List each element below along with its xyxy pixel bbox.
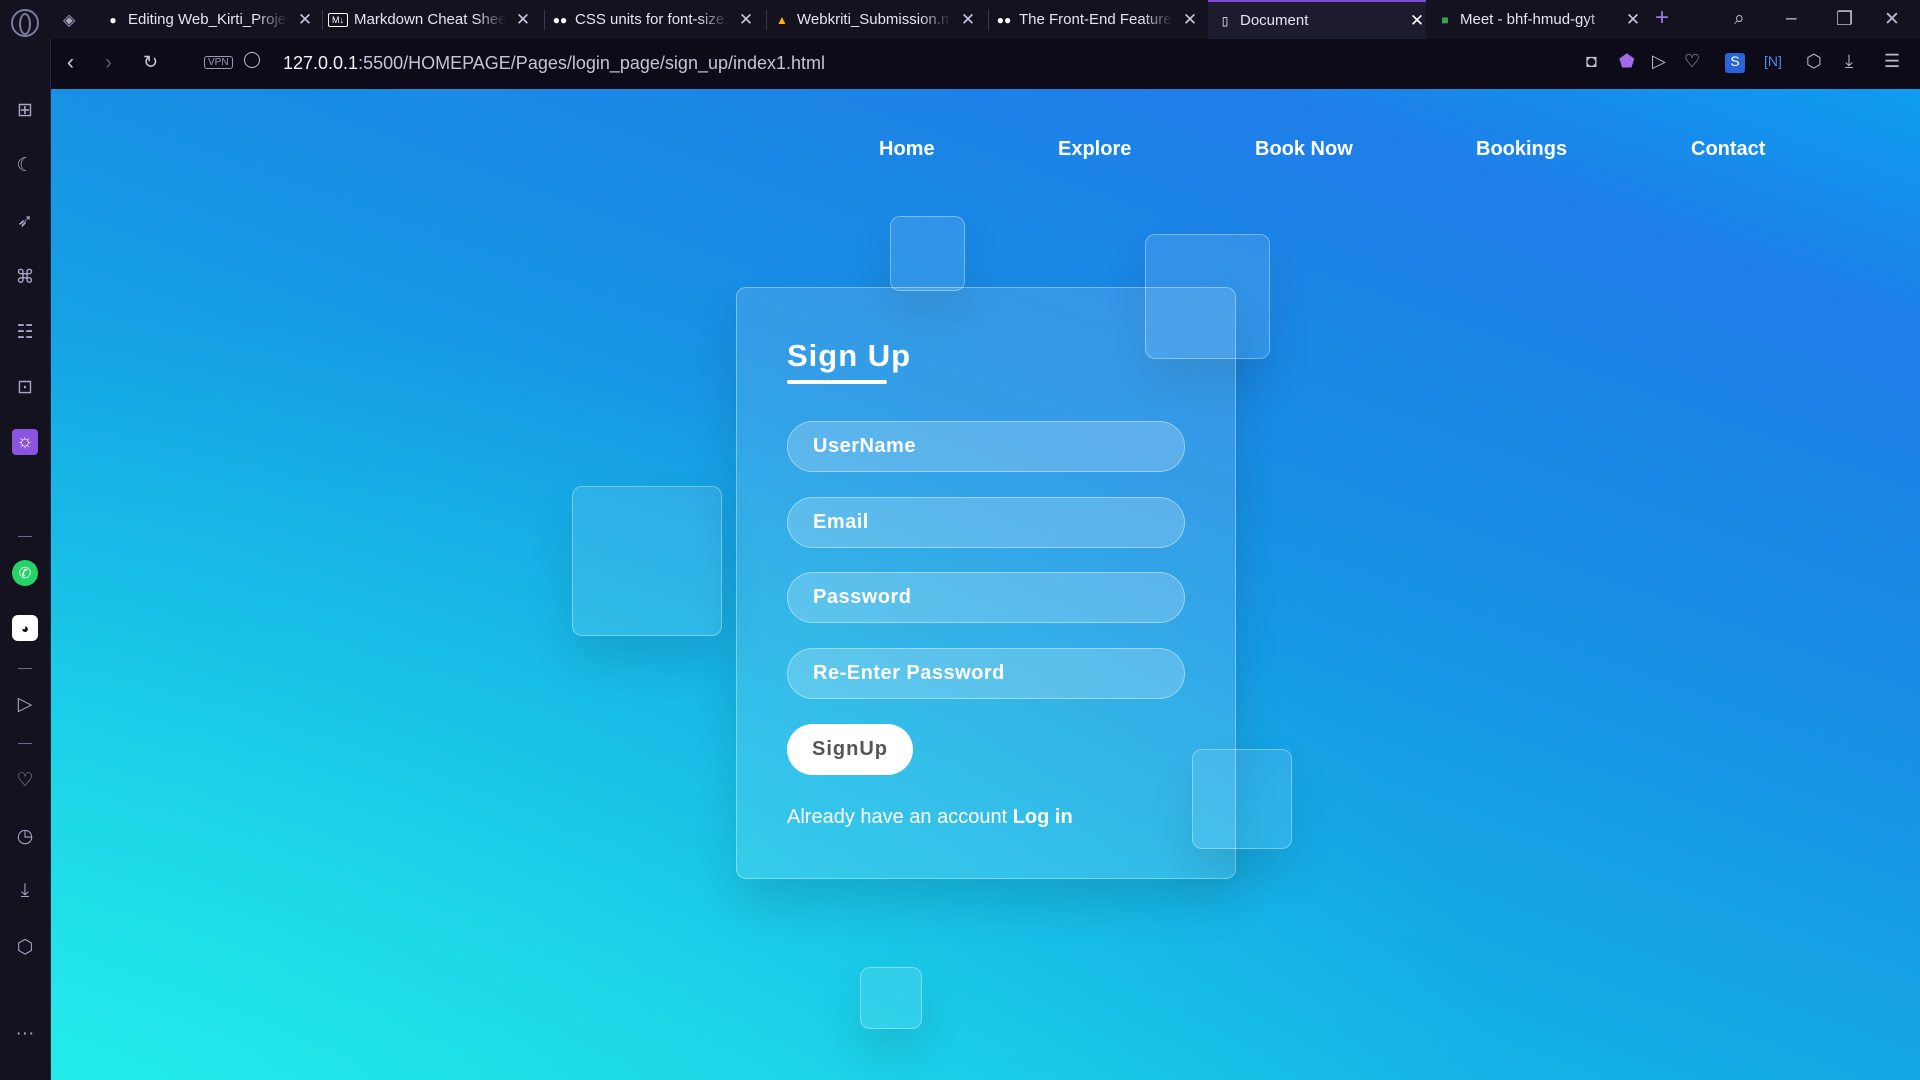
extensions-icon[interactable]: ⬡ [12,934,38,960]
more-icon[interactable]: ··· [12,1021,38,1047]
notes-icon[interactable]: ☷ [12,319,38,345]
nav-contact[interactable]: Contact [1691,138,1765,161]
tab-title: Editing Web_Kirti_Proje [128,11,287,28]
discord-icon[interactable]: ◕ [12,615,38,641]
theme-sun-icon[interactable]: ☼ [12,429,38,455]
signup-card: Sign Up UserName Email Password Re-Enter… [736,287,1236,879]
extension-s-icon[interactable]: S [1725,53,1745,73]
tab-title: Meet - bhf-hmud-gyt [1460,11,1596,28]
login-prompt-text: Already have an account [787,806,1008,828]
markdown-icon: M↓ [328,12,348,27]
medium-icon: ●● [552,12,568,27]
medium-icon: ●● [996,12,1012,27]
close-icon[interactable]: ✕ [1408,11,1426,31]
page-viewport: Home Explore Book Now Bookings Contact S… [51,89,1920,1080]
close-icon[interactable]: ✕ [959,10,977,30]
tab-css-units[interactable]: ●● CSS units for font-size: ✕ [551,0,755,39]
reload-icon[interactable]: ↻ [143,52,158,73]
rocket-icon[interactable]: ➶ [12,208,38,234]
downloads-sidebar-icon[interactable]: ⤓ [12,878,38,904]
close-icon[interactable]: ✕ [514,10,532,30]
nav-bookings[interactable]: Bookings [1476,138,1567,161]
close-icon[interactable]: ✕ [1624,10,1642,30]
url-field[interactable]: 127.0.0.1:5500/HOMEPAGE/Pages/login_page… [283,53,825,74]
new-tab-icon[interactable]: + [1655,4,1669,32]
history-icon[interactable]: ◷ [12,823,38,849]
decorative-square [860,967,922,1029]
nav-home[interactable]: Home [879,138,935,161]
night-mode-icon[interactable]: ☾ [12,152,38,178]
tab-github[interactable]: ● Editing Web_Kirti_Proje ✕ [104,0,314,39]
back-icon[interactable]: ‹ [67,51,74,75]
tab-title: Webkriti_Submission.m [797,11,951,28]
drive-icon: ▲ [776,12,788,27]
browser-sidebar: ⊞ ☾ ➶ ⌘ ☷ ⊡ ☼ ✆ ◕ ▷ ♡ ◷ ⤓ ⬡ ··· [0,39,51,1080]
login-link[interactable]: Log in [1013,806,1073,828]
tab-meet[interactable]: ■ Meet - bhf-hmud-gyt ✕ [1436,0,1642,39]
vpn-badge[interactable]: VPN [204,56,233,69]
opera-menu-icon[interactable] [11,9,39,37]
nav-book-now[interactable]: Book Now [1255,138,1353,161]
tab-title: Document [1240,12,1309,29]
meet-icon: ■ [1441,12,1449,27]
decorative-square [890,216,965,291]
close-icon[interactable]: ✕ [296,10,314,30]
url-host: 127.0.0.1 [283,53,359,73]
nav-explore[interactable]: Explore [1058,138,1131,161]
url-path: :5500/HOMEPAGE/Pages/login_page/sign_up/… [358,53,826,73]
decorative-square [572,486,722,636]
cube-icon[interactable]: ⬡ [1806,51,1822,72]
extension-n-icon[interactable]: [N] [1764,53,1782,69]
signup-button[interactable]: SignUp [787,724,913,775]
player-icon[interactable]: ▷ [12,691,38,717]
site-nav: Home Explore Book Now Bookings Contact [51,138,1920,168]
forward-icon[interactable]: › [105,51,112,75]
gx-control-icon[interactable]: ◈ [63,10,75,30]
github-icon: ● [109,12,117,27]
username-input[interactable]: UserName [787,421,1185,472]
whatsapp-icon[interactable]: ✆ [12,560,38,586]
decorative-square [1192,749,1292,849]
login-prompt: Already have an account Log in [787,806,1073,829]
tab-strip: ◈ ● Editing Web_Kirti_Proje ✕ M↓ Markdow… [0,0,1920,39]
heart-sidebar-icon[interactable]: ♡ [12,767,38,793]
heart-icon[interactable]: ♡ [1684,51,1700,72]
close-icon[interactable]: ✕ [1181,10,1199,30]
tab-title: CSS units for font-size: [575,11,729,28]
address-bar: ‹ › ↻ VPN 127.0.0.1:5500/HOMEPAGE/Pages/… [51,39,1920,89]
close-window-icon[interactable]: ✕ [1884,8,1900,31]
restore-icon[interactable]: ❐ [1836,8,1853,31]
bookmarks-icon[interactable]: ⊞ [12,97,38,123]
tab-webkriti-submission[interactable]: ▲ Webkriti_Submission.m ✕ [773,0,977,39]
password-input[interactable]: Password [787,572,1185,623]
game-controller-icon[interactable]: ⌘ [12,264,38,290]
send-icon[interactable]: ▷ [1652,51,1666,72]
email-input[interactable]: Email [787,497,1185,548]
signup-title: Sign Up [787,338,912,373]
tab-title: Markdown Cheat Sheet [354,11,506,28]
easy-setup-icon[interactable]: ☰ [1884,51,1900,72]
shield-icon[interactable]: ⬟ [1619,51,1635,72]
search-tabs-icon[interactable]: ⌕ [1734,8,1745,30]
tab-front-end-features[interactable]: ●● The Front-End Features ✕ [995,0,1199,39]
tab-markdown[interactable]: M↓ Markdown Cheat Sheet ✕ [328,0,532,39]
title-underline [787,380,887,384]
tab-title: The Front-End Features [1019,11,1173,28]
site-info-icon[interactable] [244,52,260,68]
minimize-icon[interactable]: – [1786,8,1797,30]
tab-document[interactable]: ▯ Document ✕ [1208,0,1426,39]
document-icon: ▯ [1221,13,1229,28]
gift-icon[interactable]: ⊡ [12,374,38,400]
download-icon[interactable]: ⤓ [1845,51,1853,72]
reenter-password-input[interactable]: Re-Enter Password [787,648,1185,699]
snapshot-icon[interactable]: ◘ [1586,51,1597,72]
close-icon[interactable]: ✕ [737,10,755,30]
